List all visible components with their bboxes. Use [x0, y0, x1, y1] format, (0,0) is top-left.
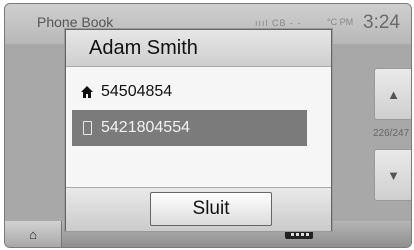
- dialog-footer: Sluit: [66, 187, 331, 231]
- dialog-header: Adam Smith: [66, 30, 331, 67]
- home-button[interactable]: ⌂: [5, 221, 62, 247]
- home-icon: ⌂: [29, 226, 37, 242]
- home-icon: [78, 85, 96, 99]
- arrow-up-icon: ▲: [387, 86, 400, 102]
- mobile-number: 5421804554: [101, 119, 190, 136]
- home-number: 54504854: [101, 83, 173, 100]
- signal-battery-icons: ıııl CB ‑ ‑: [255, 18, 302, 28]
- close-button[interactable]: Sluit: [150, 192, 272, 226]
- page-counter: 226/247: [373, 128, 410, 139]
- mobile-phone-icon: [78, 121, 96, 135]
- background-title[interactable]: Phone Book: [37, 14, 113, 30]
- home-number-row[interactable]: 54504854: [72, 74, 307, 110]
- arrow-down-icon: ▼: [387, 167, 400, 183]
- scroll-down-button[interactable]: ▼: [374, 149, 411, 201]
- contact-dialog: Adam Smith 54504854 5421804554 Sluit: [65, 29, 332, 231]
- temperature-readout: °C PM: [327, 17, 354, 27]
- device-frame: Phone Book ıııl CB ‑ ‑ °C PM 3:24 ▲ 226/…: [0, 0, 414, 250]
- contact-name: Adam Smith: [89, 37, 198, 59]
- scroll-up-button[interactable]: ▲: [374, 68, 411, 120]
- clock-time: 3:24: [363, 12, 400, 33]
- mobile-number-row[interactable]: 5421804554: [72, 110, 307, 146]
